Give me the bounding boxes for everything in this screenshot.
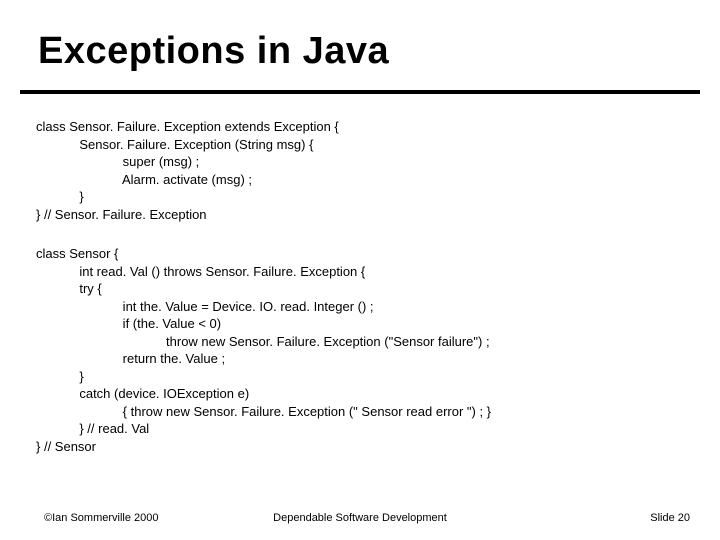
title-rule xyxy=(20,90,700,94)
slide-title: Exceptions in Java xyxy=(38,30,389,73)
slide: Exceptions in Java class Sensor. Failure… xyxy=(0,0,720,540)
code-block-2: class Sensor { int read. Val () throws S… xyxy=(36,245,491,456)
footer-slide-number: Slide 20 xyxy=(650,512,690,524)
code-block-1: class Sensor. Failure. Exception extends… xyxy=(36,118,339,223)
footer-title: Dependable Software Development xyxy=(0,512,720,524)
